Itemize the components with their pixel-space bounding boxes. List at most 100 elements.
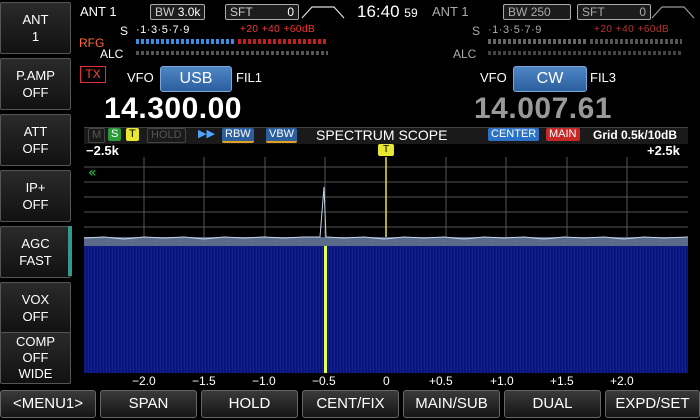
ant-button[interactable]: ANT 1: [0, 2, 71, 54]
sub-bw-value: 250: [530, 5, 551, 19]
comp-value: OFF: [22, 350, 49, 365]
main-alc-label: ALC: [100, 47, 124, 61]
clock-time: 16:40: [357, 2, 400, 21]
scope-marker-t[interactable]: T: [378, 144, 394, 156]
main-alc-bar: [136, 51, 328, 55]
left-panel: ANT 1 P.AMP OFF ATT OFF IP+ OFF AGC FAST…: [0, 0, 72, 390]
sub-s-meter-bar: [488, 39, 588, 44]
agc-label: AGC: [21, 236, 50, 251]
main-s-meter-bar-red: [238, 39, 328, 44]
sub-sft-value: 0: [639, 5, 646, 19]
att-label: ATT: [23, 124, 48, 139]
cent-fix-button[interactable]: CENT/FIX: [302, 390, 399, 418]
scope-t-indicator: T: [126, 128, 139, 141]
main-filter-label: FIL1: [236, 70, 263, 85]
x-tick-label: −0.5: [312, 374, 336, 388]
scope-title: SPECTRUM SCOPE: [316, 127, 448, 143]
sub-alc-label: ALC: [453, 47, 477, 61]
clock-seconds: 59: [404, 6, 418, 20]
main-sft-box[interactable]: SFT 0: [225, 4, 299, 20]
comp-button[interactable]: COMP OFF WIDE: [0, 332, 71, 384]
scope-sweep-icon: ▶▶: [198, 128, 215, 140]
main-vfo-label: VFO: [127, 70, 154, 85]
main-bw-value: 3.0k: [177, 5, 201, 19]
waterfall-signal-trace: [324, 246, 327, 373]
sub-alc-bar: [488, 51, 682, 55]
scope-right-edge: +2.5k: [647, 143, 680, 158]
p-amp-value: OFF: [22, 85, 49, 100]
ip-plus-label: IP+: [25, 180, 46, 195]
x-tick-label: +1.0: [490, 374, 514, 388]
dual-button[interactable]: DUAL: [504, 390, 601, 418]
tx-indicator: TX: [80, 66, 106, 83]
main-s-label: S: [120, 24, 129, 38]
main-sft-value: 0: [287, 5, 294, 19]
sub-filter-shape-icon: [651, 6, 695, 19]
main-bw-label: BW: [155, 5, 175, 19]
main-s-scale: ·1·3·5·7·9: [136, 24, 190, 36]
spectrum-display[interactable]: «: [84, 157, 688, 246]
main-s-meter-bar: [136, 39, 236, 44]
comp-width: WIDE: [18, 366, 53, 381]
sub-ant: ANT 1: [432, 4, 469, 19]
scope-grid-label: Grid 0.5k/10dB: [593, 128, 678, 142]
sub-sft-label: SFT: [582, 5, 605, 19]
comp-label: COMP: [16, 334, 55, 349]
agc-value: FAST: [19, 253, 52, 268]
sub-bw-box[interactable]: BW 250: [503, 4, 571, 20]
menu1-button[interactable]: <MENU1>: [0, 390, 96, 418]
x-tick-label: +0.5: [429, 374, 453, 388]
main-ant: ANT 1: [80, 4, 117, 19]
sub-sft-box[interactable]: SFT 0: [577, 4, 651, 20]
scope-back-icon[interactable]: «: [88, 165, 97, 181]
att-button[interactable]: ATT OFF: [0, 114, 71, 166]
sub-s-plus-scale: +20 +40 +60dB: [594, 24, 670, 35]
ant-label: ANT: [22, 12, 49, 27]
expd-set-button[interactable]: EXPD/SET: [605, 390, 700, 418]
clock: 16:40 59: [357, 2, 418, 22]
sub-s-scale: ·1·3·5·7·9: [488, 24, 542, 36]
main-bw-box[interactable]: BW 3.0k: [150, 4, 206, 20]
scope-left-edge: −2.5k: [86, 143, 119, 158]
scope-m-indicator: M: [88, 128, 106, 143]
x-tick-label: −2.0: [132, 374, 156, 388]
scope-main-indicator: MAIN: [546, 128, 580, 141]
waterfall: [84, 246, 688, 373]
att-value: OFF: [22, 141, 49, 156]
x-tick-label: +1.5: [550, 374, 574, 388]
sub-s-meter-bar-red: [590, 39, 682, 44]
main-s-plus-scale: +20 +40 +60dB: [240, 24, 316, 35]
main-mode-button[interactable]: USB: [160, 66, 232, 92]
scope-rbw-indicator: RBW: [222, 128, 254, 143]
sub-bw-label: BW: [508, 5, 528, 19]
ant-value: 1: [31, 29, 40, 44]
scope-hold-indicator: HOLD: [147, 128, 186, 143]
x-tick-label: −1.0: [252, 374, 276, 388]
sub-filter-label: FIL3: [590, 70, 617, 85]
p-amp-button[interactable]: P.AMP OFF: [0, 58, 71, 110]
main-sft-label: SFT: [230, 5, 253, 19]
sub-vfo-label: VFO: [480, 70, 507, 85]
x-tick-label: 0: [383, 374, 390, 388]
sub-frequency[interactable]: 14.007.61: [474, 92, 612, 126]
ip-plus-value: OFF: [22, 197, 49, 212]
span-button[interactable]: SPAN: [100, 390, 197, 418]
agc-button[interactable]: AGC FAST: [0, 226, 71, 278]
vox-value: OFF: [22, 309, 49, 324]
p-amp-label: P.AMP: [16, 68, 55, 83]
x-tick-label: −1.5: [192, 374, 216, 388]
main-sub-button[interactable]: MAIN/SUB: [403, 390, 500, 418]
ip-plus-button[interactable]: IP+ OFF: [0, 170, 71, 222]
main-frequency[interactable]: 14.300.00: [104, 92, 242, 126]
scope-vbw-indicator: VBW: [266, 128, 298, 143]
scope-s-indicator: S: [108, 128, 122, 141]
agc-level-bar: [68, 226, 72, 276]
main-filter-shape-icon: [301, 6, 345, 19]
hold-button[interactable]: HOLD: [201, 390, 298, 418]
sub-mode-button[interactable]: CW: [513, 66, 587, 92]
scope-center-mode: CENTER: [488, 128, 540, 141]
x-tick-label: +2.0: [610, 374, 634, 388]
sub-s-label: S: [472, 24, 481, 38]
vox-label: VOX: [21, 292, 50, 307]
vox-button[interactable]: VOX OFF: [0, 282, 71, 334]
